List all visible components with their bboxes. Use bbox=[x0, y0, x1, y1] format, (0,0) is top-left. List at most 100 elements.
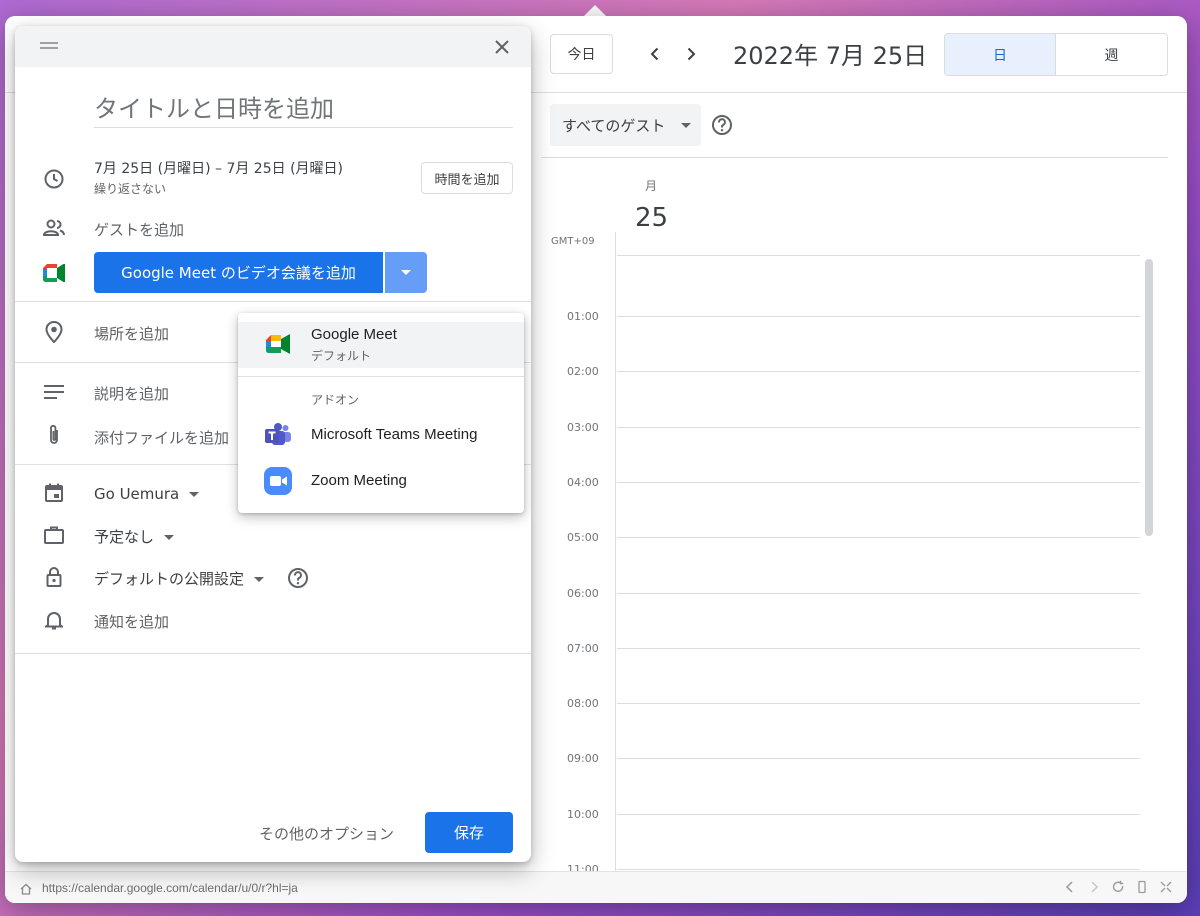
status-bar: https://calendar.google.com/calendar/u/0… bbox=[5, 871, 1187, 903]
hour-gridline bbox=[617, 316, 1140, 317]
add-time-button[interactable]: 時間を追加 bbox=[421, 162, 513, 194]
forward-icon[interactable] bbox=[1087, 880, 1101, 894]
day-number[interactable]: 25 bbox=[635, 203, 668, 233]
repeat-setting[interactable]: 繰り返さない bbox=[94, 180, 166, 197]
help-icon[interactable] bbox=[711, 114, 733, 140]
divider bbox=[15, 653, 531, 654]
chevron-down-icon bbox=[681, 123, 691, 128]
event-create-dialog: 7月 25日 (月曜日) – 7月 25日 (月曜日) 繰り返さない 時間を追加… bbox=[15, 26, 531, 862]
timezone-label: GMT+09 bbox=[551, 236, 595, 247]
description-icon bbox=[42, 380, 66, 404]
divider bbox=[15, 301, 531, 302]
busy-status-select[interactable]: 予定なし bbox=[94, 526, 175, 547]
status-url: https://calendar.google.com/calendar/u/0… bbox=[42, 881, 298, 895]
guest-filter-label: すべてのゲスト bbox=[562, 116, 666, 135]
visibility-label: デフォルトの公開設定 bbox=[94, 570, 245, 588]
current-date-title: 2022年 7月 25日 bbox=[733, 42, 928, 70]
drag-handle-icon[interactable] bbox=[40, 42, 58, 50]
view-switcher: 日 週 bbox=[944, 33, 1168, 76]
hour-gridline bbox=[617, 427, 1140, 428]
hour-label: 02:00 bbox=[567, 365, 599, 378]
reload-icon[interactable] bbox=[1111, 880, 1125, 894]
location-icon bbox=[42, 320, 66, 344]
window-pointer-notch bbox=[584, 5, 606, 16]
hour-label: 05:00 bbox=[567, 531, 599, 544]
view-week-button[interactable]: 週 bbox=[1056, 34, 1167, 75]
dialog-header[interactable] bbox=[15, 26, 531, 67]
add-location-field[interactable]: 場所を追加 bbox=[94, 323, 169, 344]
add-description-field[interactable]: 説明を追加 bbox=[94, 383, 169, 404]
conference-options-menu: Google Meet デフォルト アドオン Microsoft Teams M… bbox=[238, 313, 524, 513]
chevron-down-icon bbox=[401, 270, 411, 275]
previous-day-button[interactable] bbox=[641, 40, 669, 68]
visibility-help-icon[interactable] bbox=[287, 567, 309, 593]
hour-label: 03:00 bbox=[567, 421, 599, 434]
add-google-meet-button[interactable]: Google Meet のビデオ会議を追加 bbox=[94, 252, 383, 293]
menu-item-zoom[interactable]: Zoom Meeting bbox=[238, 461, 524, 501]
hour-gridline bbox=[617, 869, 1140, 870]
microsoft-teams-icon bbox=[265, 423, 291, 445]
hour-gridline bbox=[617, 371, 1140, 372]
hour-gridline bbox=[617, 703, 1140, 704]
mobile-icon[interactable] bbox=[1135, 880, 1149, 894]
hour-label: 04:00 bbox=[567, 476, 599, 489]
menu-item-label: Zoom Meeting bbox=[311, 472, 407, 489]
chevron-down-icon bbox=[164, 535, 175, 540]
event-title-input[interactable] bbox=[94, 90, 513, 128]
app-window: 今日 2022年 7月 25日 日 週 すべてのゲスト 月 25 GMT+09 … bbox=[5, 16, 1187, 903]
hour-label: 06:00 bbox=[567, 587, 599, 600]
visibility-select[interactable]: デフォルトの公開設定 bbox=[94, 568, 265, 589]
calendar-icon bbox=[42, 481, 66, 505]
hour-label: 08:00 bbox=[567, 697, 599, 710]
bell-icon bbox=[42, 608, 66, 632]
chevron-right-icon bbox=[687, 47, 696, 61]
collapse-icon[interactable] bbox=[1159, 880, 1173, 894]
view-day-button[interactable]: 日 bbox=[945, 34, 1056, 75]
chevron-down-icon bbox=[254, 577, 265, 582]
hour-gridline bbox=[617, 593, 1140, 594]
event-date-range[interactable]: 7月 25日 (月曜日) – 7月 25日 (月曜日) bbox=[94, 158, 343, 178]
hour-gridline bbox=[617, 537, 1140, 538]
time-grid-divider bbox=[615, 232, 616, 872]
clock-icon bbox=[42, 167, 66, 191]
menu-item-microsoft-teams[interactable]: Microsoft Teams Meeting bbox=[238, 415, 524, 455]
close-icon[interactable] bbox=[492, 37, 512, 57]
menu-item-google-meet[interactable]: Google Meet デフォルト bbox=[238, 322, 524, 368]
busy-status-label: 予定なし bbox=[94, 528, 155, 546]
hour-label: 01:00 bbox=[567, 310, 599, 323]
attachment-icon bbox=[42, 423, 66, 447]
hour-gridline bbox=[617, 255, 1140, 256]
google-meet-icon bbox=[266, 334, 290, 354]
hour-gridline bbox=[617, 648, 1140, 649]
hour-label: 07:00 bbox=[567, 642, 599, 655]
calendar-owner-select[interactable]: Go Uemura bbox=[94, 485, 200, 503]
menu-item-label: Microsoft Teams Meeting bbox=[311, 426, 478, 443]
guest-filter-dropdown[interactable]: すべてのゲスト bbox=[550, 104, 701, 146]
menu-item-label: Google Meet bbox=[311, 326, 397, 343]
hour-gridline bbox=[617, 758, 1140, 759]
add-attachment-field[interactable]: 添付ファイルを追加 bbox=[94, 427, 229, 448]
lock-icon bbox=[42, 565, 66, 589]
back-icon[interactable] bbox=[1063, 880, 1077, 894]
save-button[interactable]: 保存 bbox=[425, 812, 513, 853]
more-options-button[interactable]: その他のオプション bbox=[259, 823, 394, 844]
today-button[interactable]: 今日 bbox=[550, 34, 613, 74]
guests-icon bbox=[42, 216, 66, 240]
add-guests-field[interactable]: ゲストを追加 bbox=[94, 219, 184, 240]
day-of-week-label: 月 bbox=[645, 179, 658, 193]
zoom-icon bbox=[264, 467, 292, 495]
add-notification-field[interactable]: 通知を追加 bbox=[94, 611, 169, 632]
hour-label: 09:00 bbox=[567, 752, 599, 765]
scrollbar[interactable] bbox=[1145, 259, 1153, 536]
menu-item-sublabel: デフォルト bbox=[311, 349, 372, 363]
menu-divider bbox=[238, 376, 524, 377]
status-controls bbox=[1063, 880, 1173, 894]
chevron-down-icon bbox=[189, 492, 200, 497]
google-meet-icon bbox=[42, 261, 66, 285]
conference-options-dropdown[interactable] bbox=[385, 252, 427, 293]
next-day-button[interactable] bbox=[677, 40, 705, 68]
hour-label: 10:00 bbox=[567, 808, 599, 821]
briefcase-icon bbox=[42, 523, 66, 547]
calendar-owner-label: Go Uemura bbox=[94, 485, 180, 503]
home-icon[interactable] bbox=[19, 881, 33, 900]
